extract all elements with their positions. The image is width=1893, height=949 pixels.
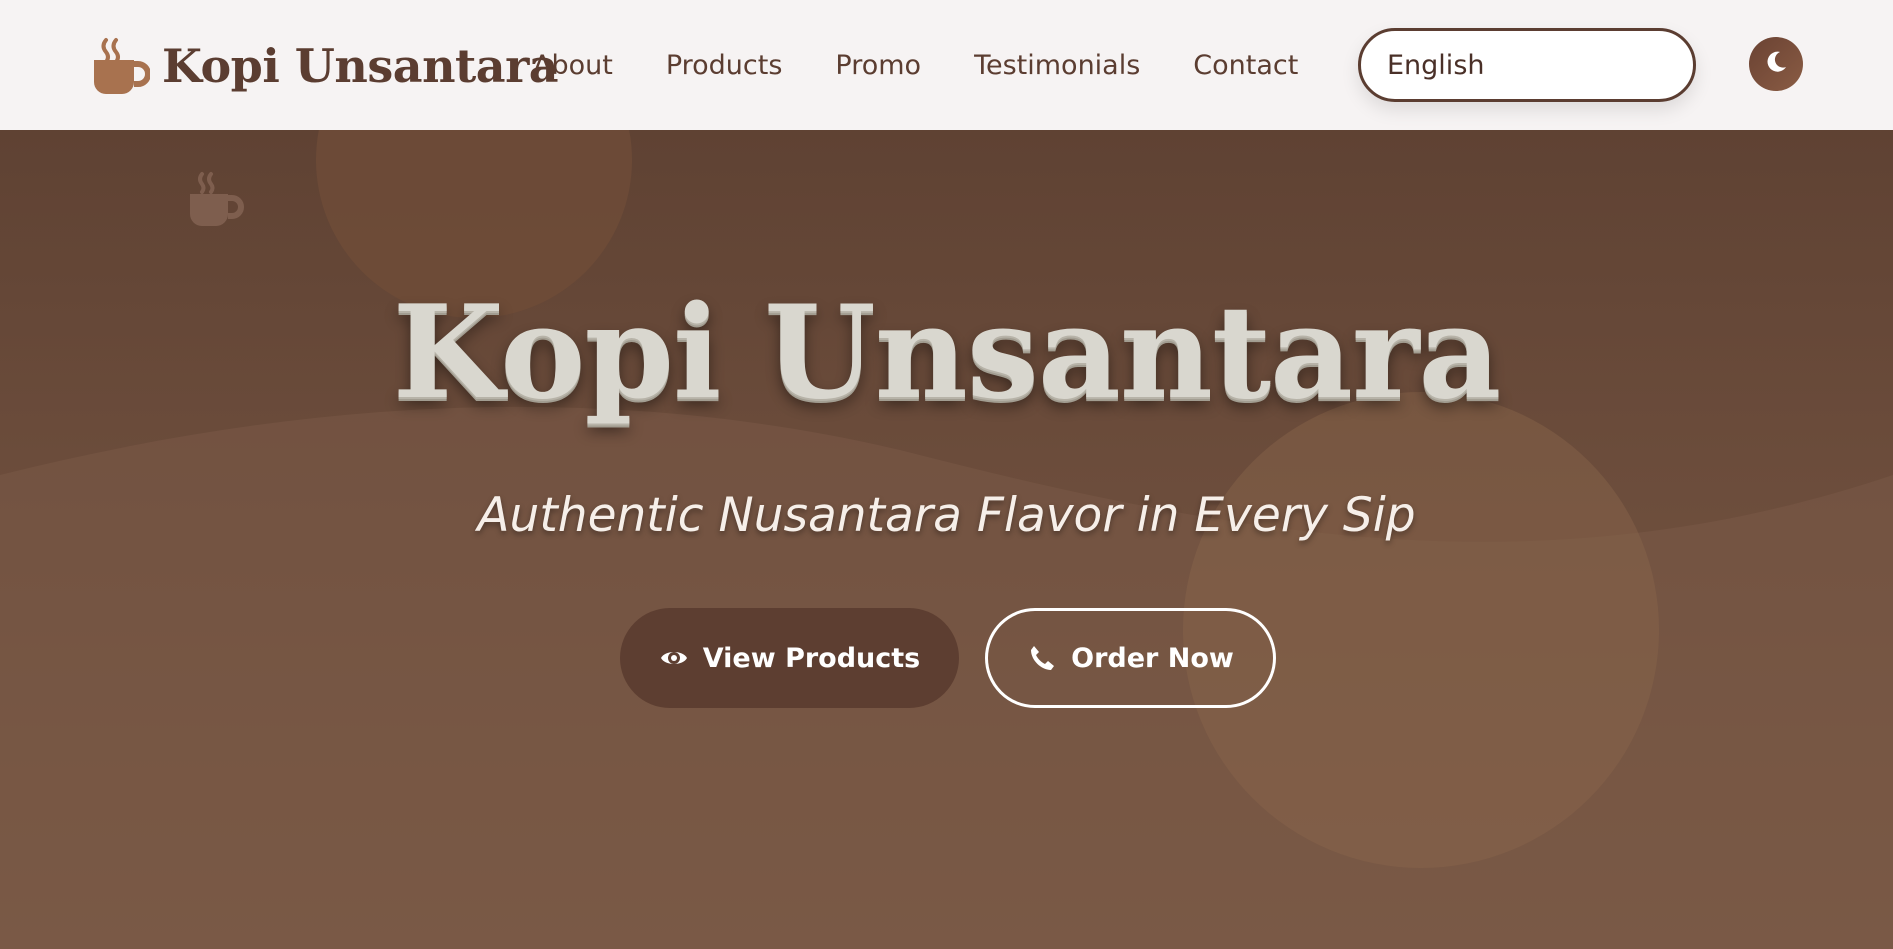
hero-title: Kopi Unsantara (392, 278, 1502, 428)
language-select[interactable]: English (1358, 28, 1696, 102)
order-now-button[interactable]: Order Now (985, 608, 1276, 708)
nav-link-contact[interactable]: Contact (1193, 50, 1298, 81)
hero-subtitle: Authentic Nusantara Flavor in Every Sip (477, 488, 1416, 543)
coffee-cup-icon (92, 36, 151, 96)
nav-link-testimonials[interactable]: Testimonials (974, 50, 1140, 81)
nav-link-about[interactable]: About (533, 50, 613, 81)
language-selected-value: English (1387, 49, 1485, 81)
brand-name: Kopi Unsantara (162, 39, 559, 93)
coffee-cup-icon (186, 170, 246, 230)
brand-logo[interactable]: Kopi Unsantara (92, 36, 559, 96)
site-header: Kopi Unsantara About Products Promo Test… (0, 0, 1893, 130)
order-now-label: Order Now (1071, 642, 1234, 674)
main-nav: About Products Promo Testimonials Contac… (533, 42, 1351, 88)
eye-icon (659, 643, 689, 673)
nav-link-products[interactable]: Products (666, 50, 783, 81)
hero-section: Kopi Unsantara Authentic Nusantara Flavo… (0, 130, 1893, 949)
phone-icon (1027, 643, 1057, 673)
view-products-button[interactable]: View Products (620, 608, 959, 708)
nav-link-promo[interactable]: Promo (835, 50, 921, 81)
theme-toggle-button[interactable] (1749, 37, 1803, 91)
view-products-label: View Products (702, 642, 921, 674)
moon-icon (1763, 49, 1789, 79)
